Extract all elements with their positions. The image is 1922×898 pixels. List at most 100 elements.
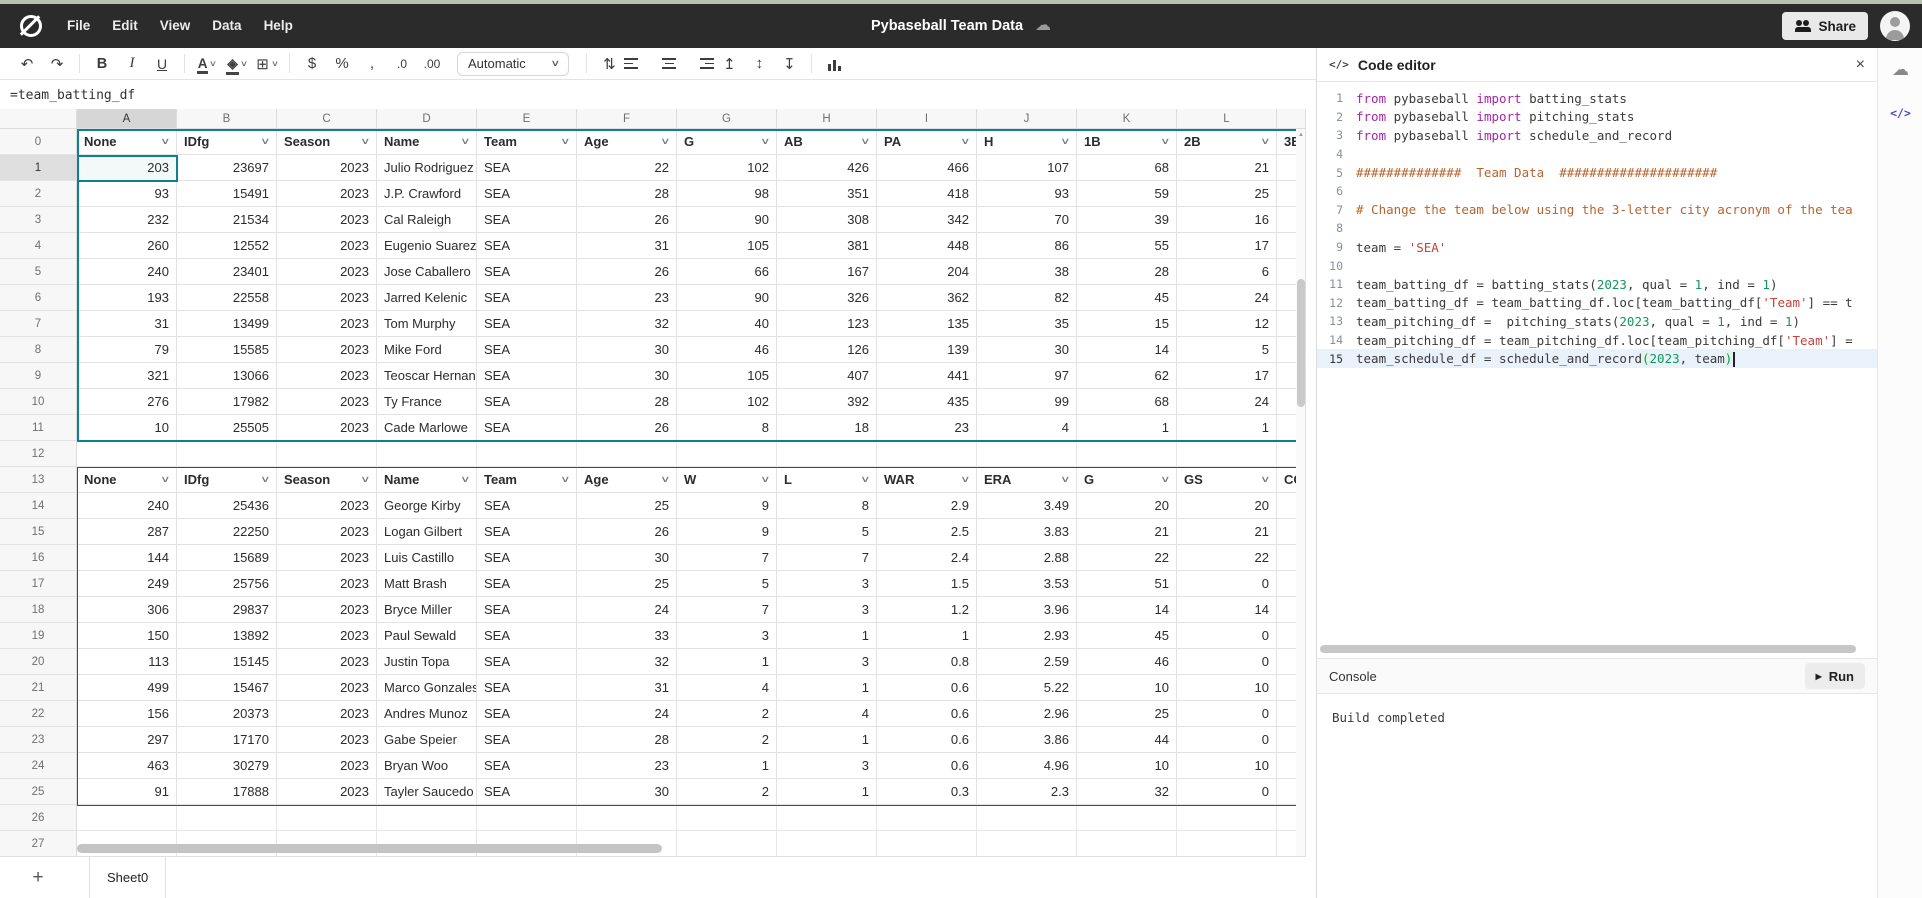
- cell[interactable]: 2023: [277, 571, 377, 597]
- code-line-4[interactable]: 4: [1317, 145, 1877, 164]
- cell[interactable]: 46: [1077, 649, 1177, 675]
- code-line-11[interactable]: 11team_batting_df = batting_stats(2023, …: [1317, 275, 1877, 294]
- cell[interactable]: 45: [1077, 285, 1177, 311]
- cell[interactable]: 14: [1077, 597, 1177, 623]
- cloud-icon[interactable]: ☁: [1878, 60, 1922, 80]
- cell[interactable]: 32: [1077, 779, 1177, 805]
- code-line-5[interactable]: 5############## Team Data ##############…: [1317, 163, 1877, 182]
- cell[interactable]: 23: [577, 753, 677, 779]
- cell[interactable]: 4: [677, 675, 777, 701]
- cell[interactable]: 204: [877, 259, 977, 285]
- run-button[interactable]: ▶ Run: [1805, 663, 1865, 689]
- cell[interactable]: 249: [77, 571, 177, 597]
- cell[interactable]: 2.59: [977, 649, 1077, 675]
- cell[interactable]: 23: [877, 415, 977, 441]
- menu-data[interactable]: Data: [201, 4, 252, 48]
- cell[interactable]: 0: [1177, 623, 1277, 649]
- cell[interactable]: 2023: [277, 285, 377, 311]
- row-header-5[interactable]: 5: [0, 259, 77, 285]
- cell[interactable]: Justin Topa: [377, 649, 477, 675]
- cell[interactable]: 466: [877, 155, 977, 181]
- add-sheet-button[interactable]: +: [0, 857, 76, 898]
- row-header-0[interactable]: 0: [0, 129, 77, 155]
- cell[interactable]: 20: [1177, 493, 1277, 519]
- cell[interactable]: 2: [677, 727, 777, 753]
- cell[interactable]: 306: [77, 597, 177, 623]
- percent-icon[interactable]: %: [327, 51, 357, 77]
- cell[interactable]: J.P. Crawford: [377, 181, 477, 207]
- cell[interactable]: 463: [77, 753, 177, 779]
- cell[interactable]: 10: [1177, 675, 1277, 701]
- cell[interactable]: 30: [577, 779, 677, 805]
- table-header-cell[interactable]: H∨: [977, 129, 1077, 155]
- cell[interactable]: 7: [677, 597, 777, 623]
- row-header-6[interactable]: 6: [0, 285, 77, 311]
- cell[interactable]: 17: [1177, 363, 1277, 389]
- cell[interactable]: 10: [1177, 753, 1277, 779]
- table-header-cell[interactable]: GS∨: [1177, 467, 1277, 493]
- cell[interactable]: 25505: [177, 415, 277, 441]
- cell[interactable]: SEA: [477, 623, 577, 649]
- cell[interactable]: 0.6: [877, 753, 977, 779]
- cell[interactable]: Paul Sewald: [377, 623, 477, 649]
- cell[interactable]: 26: [577, 259, 677, 285]
- cell[interactable]: 30: [977, 337, 1077, 363]
- cell[interactable]: 15: [1077, 311, 1177, 337]
- code-line-2[interactable]: 2from pybaseball import pitching_stats: [1317, 108, 1877, 127]
- cell[interactable]: 35: [977, 311, 1077, 337]
- cell[interactable]: 1: [777, 623, 877, 649]
- cell[interactable]: 10: [77, 415, 177, 441]
- table-header-cell[interactable]: Name∨: [377, 467, 477, 493]
- cells-area[interactable]: None∨IDfg∨Season∨Name∨Team∨Age∨G∨AB∨PA∨H…: [77, 129, 1296, 856]
- cell[interactable]: 18: [777, 415, 877, 441]
- cell[interactable]: 46: [677, 337, 777, 363]
- menu-file[interactable]: File: [56, 4, 101, 48]
- cell[interactable]: 2023: [277, 259, 377, 285]
- cell[interactable]: 321: [77, 363, 177, 389]
- cell[interactable]: 4.96: [977, 753, 1077, 779]
- text-color-icon[interactable]: A∨: [192, 51, 222, 77]
- cell[interactable]: SEA: [477, 571, 577, 597]
- table-header-cell[interactable]: None∨: [77, 129, 177, 155]
- cell[interactable]: 20373: [177, 701, 277, 727]
- cell[interactable]: 260: [77, 233, 177, 259]
- number-format-select[interactable]: Automatic∨: [457, 52, 569, 76]
- cell[interactable]: 0.6: [877, 701, 977, 727]
- cell[interactable]: 26: [577, 519, 677, 545]
- cell[interactable]: 0: [1177, 571, 1277, 597]
- cell[interactable]: 31: [577, 233, 677, 259]
- column-header-J[interactable]: J: [977, 109, 1077, 129]
- row-header-11[interactable]: 11: [0, 415, 77, 441]
- redo-icon[interactable]: ↷: [42, 51, 72, 77]
- row-header-18[interactable]: 18: [0, 597, 77, 623]
- cell[interactable]: 308: [777, 207, 877, 233]
- cell[interactable]: 31: [577, 675, 677, 701]
- cell[interactable]: 22: [1077, 545, 1177, 571]
- cell[interactable]: 113: [77, 649, 177, 675]
- avatar[interactable]: [1880, 11, 1910, 41]
- cell[interactable]: 25756: [177, 571, 277, 597]
- table-header-cell[interactable]: 2B∨: [1177, 129, 1277, 155]
- cell[interactable]: 38: [977, 259, 1077, 285]
- cell[interactable]: 5: [677, 571, 777, 597]
- cell[interactable]: 10: [1077, 675, 1177, 701]
- cell[interactable]: 86: [977, 233, 1077, 259]
- cell[interactable]: 2.96: [977, 701, 1077, 727]
- cell[interactable]: SEA: [477, 311, 577, 337]
- column-header-A[interactable]: A: [77, 109, 177, 129]
- cell[interactable]: 1: [777, 779, 877, 805]
- cell[interactable]: Logan Gilbert: [377, 519, 477, 545]
- row-header-2[interactable]: 2: [0, 181, 77, 207]
- sheet-tab-sheet0[interactable]: Sheet0: [89, 857, 166, 898]
- underline-icon[interactable]: U: [147, 51, 177, 77]
- cell[interactable]: 90: [677, 207, 777, 233]
- cell[interactable]: 15491: [177, 181, 277, 207]
- column-header-H[interactable]: H: [777, 109, 877, 129]
- row-header-8[interactable]: 8: [0, 337, 77, 363]
- cell[interactable]: 2023: [277, 233, 377, 259]
- valign-bottom-icon[interactable]: ↧: [774, 51, 804, 77]
- currency-icon[interactable]: $: [297, 51, 327, 77]
- cell[interactable]: 2023: [277, 311, 377, 337]
- cell[interactable]: SEA: [477, 597, 577, 623]
- vertical-scrollbar[interactable]: ▲: [1296, 129, 1306, 856]
